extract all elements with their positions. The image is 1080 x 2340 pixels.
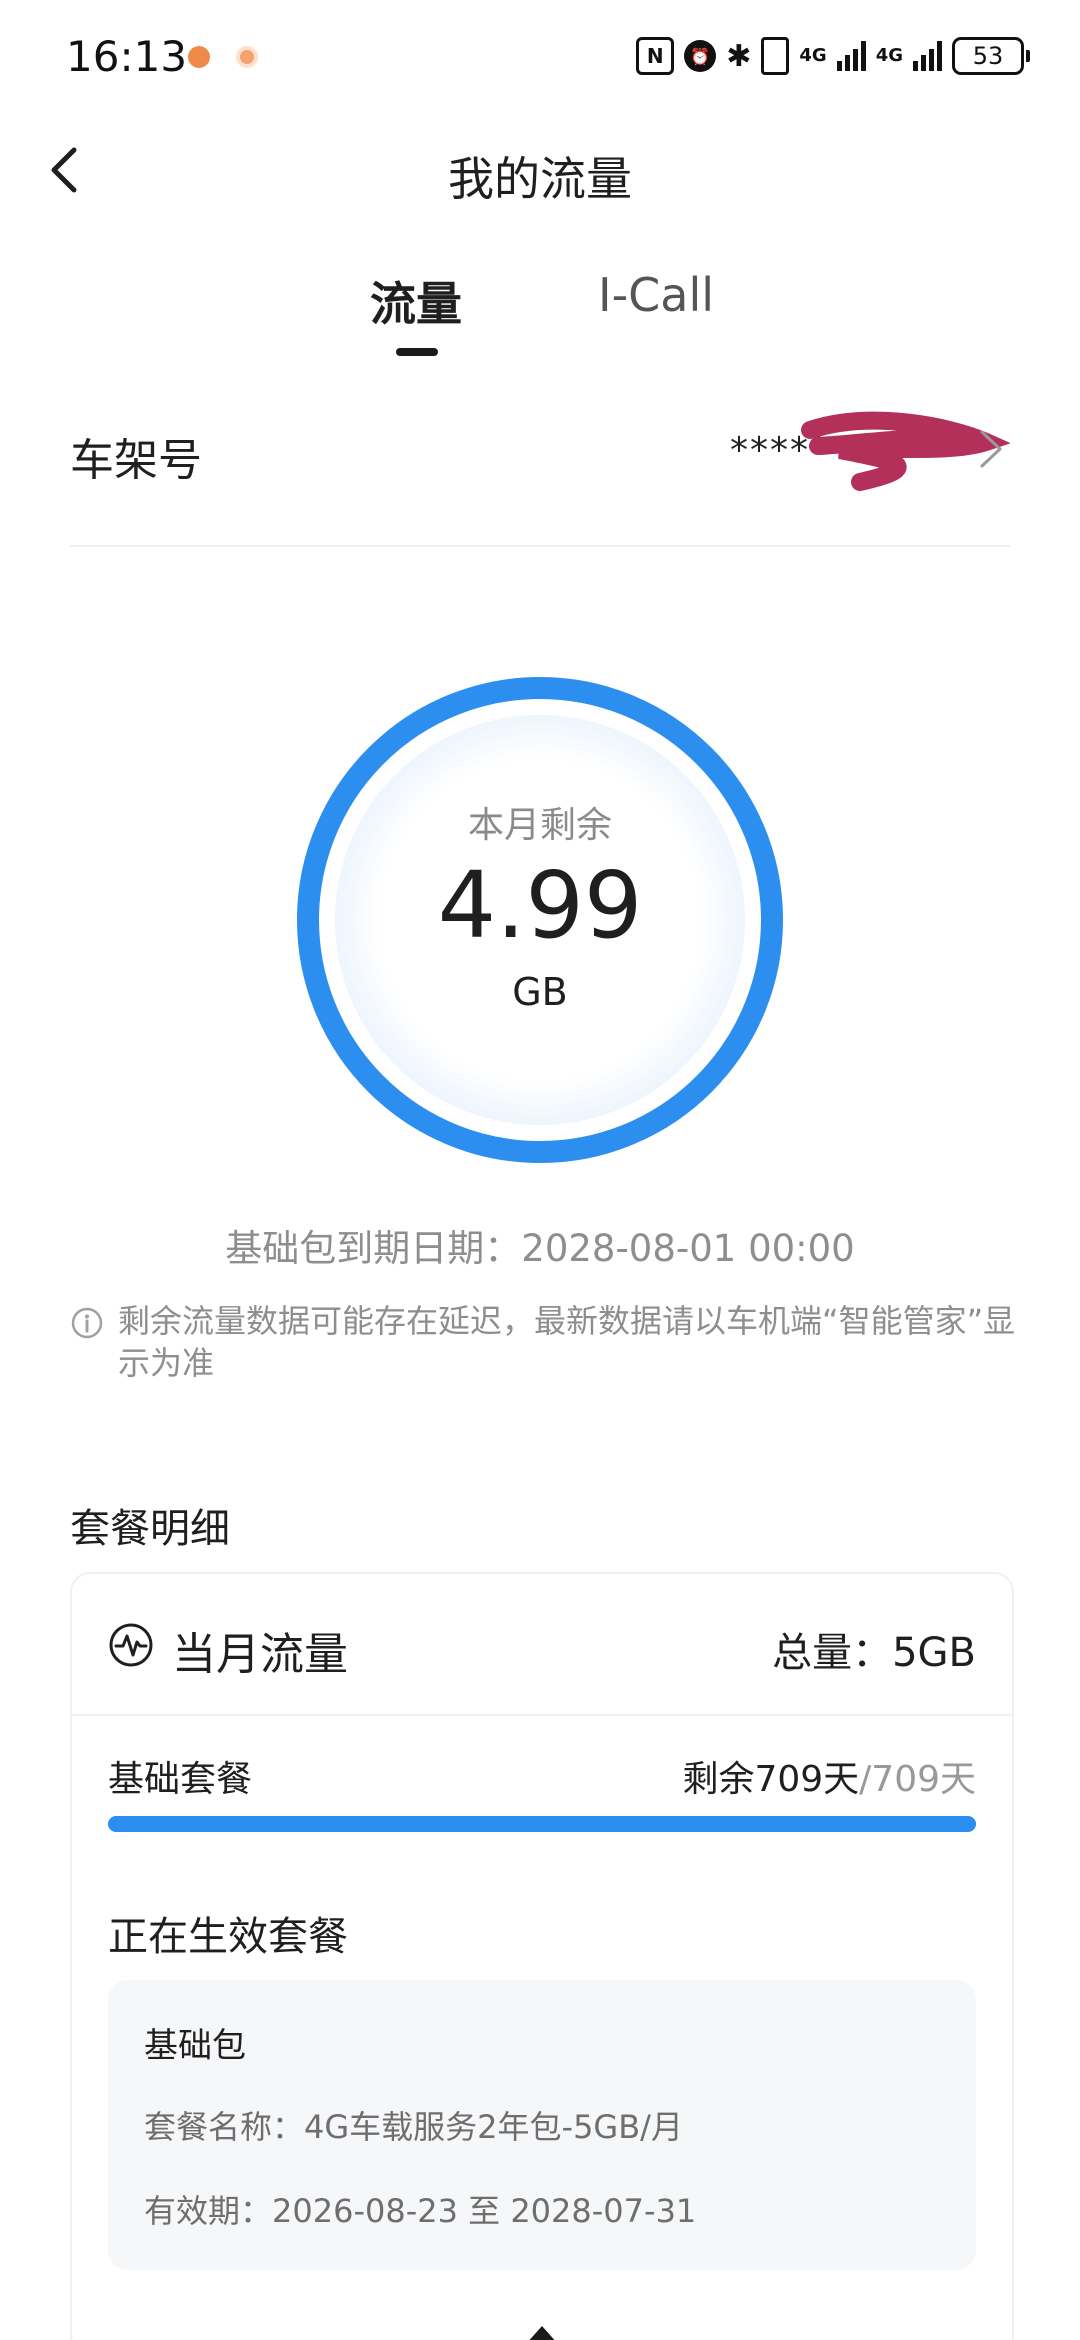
package-name: 套餐名称：4G车载服务2年包-5GB/月 — [144, 2108, 683, 2146]
divider — [72, 1714, 1012, 1716]
alarm-icon: ⏰ — [684, 40, 717, 72]
chevron-right-icon — [980, 430, 1002, 468]
pulse-icon — [109, 1623, 153, 1667]
plan-name: 基础套餐 — [108, 1759, 253, 1800]
expire-date-text: 基础包到期日期：2028-08-01 00:00 — [225, 1227, 855, 1270]
notification-icon — [188, 46, 210, 68]
vibrate-icon — [761, 37, 790, 75]
notification-icon — [236, 46, 258, 68]
divider — [70, 545, 1010, 547]
vin-row[interactable]: 车架号 *********** — [70, 400, 1010, 500]
active-plan-title: 正在生效套餐 — [108, 1914, 348, 1960]
bluetooth-icon: ✱ — [726, 38, 752, 74]
nfc-icon: N — [636, 37, 675, 75]
network-type-icon: 4G — [875, 45, 903, 66]
section-title: 套餐明细 — [70, 1506, 230, 1552]
redaction-scribble — [801, 411, 1010, 491]
status-time: 16:13 — [66, 32, 188, 81]
total-days: /709天 — [859, 1759, 976, 1800]
signal-icon — [836, 41, 866, 71]
signal-icon — [913, 41, 942, 71]
status-bar: 16:13 N ⏰ ✱ 4G 4G 53 — [0, 0, 1080, 120]
ring-value: 4.99 — [437, 852, 643, 959]
package-validity: 有效期：2026-08-23 至 2028-07-31 — [144, 2192, 697, 2230]
network-type-icon: 4G — [799, 45, 827, 66]
package-card: 当月流量 总量：5GB 基础套餐 剩余709天/709天 正在生效套餐 基础包 … — [70, 1572, 1014, 2340]
remaining-days: 剩余709天 — [682, 1759, 860, 1800]
tab-flow[interactable]: 流量 — [370, 268, 462, 334]
info-icon — [71, 1307, 103, 1339]
page-title: 我的流量 — [448, 152, 632, 206]
expand-arrow-icon[interactable] — [522, 2322, 562, 2340]
page: 16:13 N ⏰ ✱ 4G 4G 53 我的流量 流量 I-Call 车架号 … — [0, 0, 1080, 2340]
ring-label: 本月剩余 — [467, 805, 612, 846]
package-type: 基础包 — [144, 2026, 246, 2066]
tab-active-indicator — [396, 348, 438, 356]
tab-icall[interactable]: I-Call — [598, 268, 714, 322]
plan-progress-bar — [108, 1816, 976, 1832]
plan-progress-fill — [108, 1816, 976, 1832]
card-title: 当月流量 — [172, 1629, 348, 1680]
plan-remaining: 剩余709天/709天 — [682, 1750, 976, 1802]
status-icons: N ⏰ ✱ 4G 4G 53 — [636, 36, 1030, 76]
card-header: 当月流量 总量：5GB — [72, 1574, 1012, 1714]
ring-unit: GB — [512, 970, 568, 1014]
notice-text: 剩余流量数据可能存在延迟，最新数据请以车机端“智能管家”显示为准 — [118, 1302, 1016, 1382]
battery-icon: 53 — [952, 37, 1030, 75]
card-total: 总量：5GB — [772, 1630, 976, 1676]
package-detail-box: 基础包 套餐名称：4G车载服务2年包-5GB/月 有效期：2026-08-23 … — [108, 1980, 976, 2270]
